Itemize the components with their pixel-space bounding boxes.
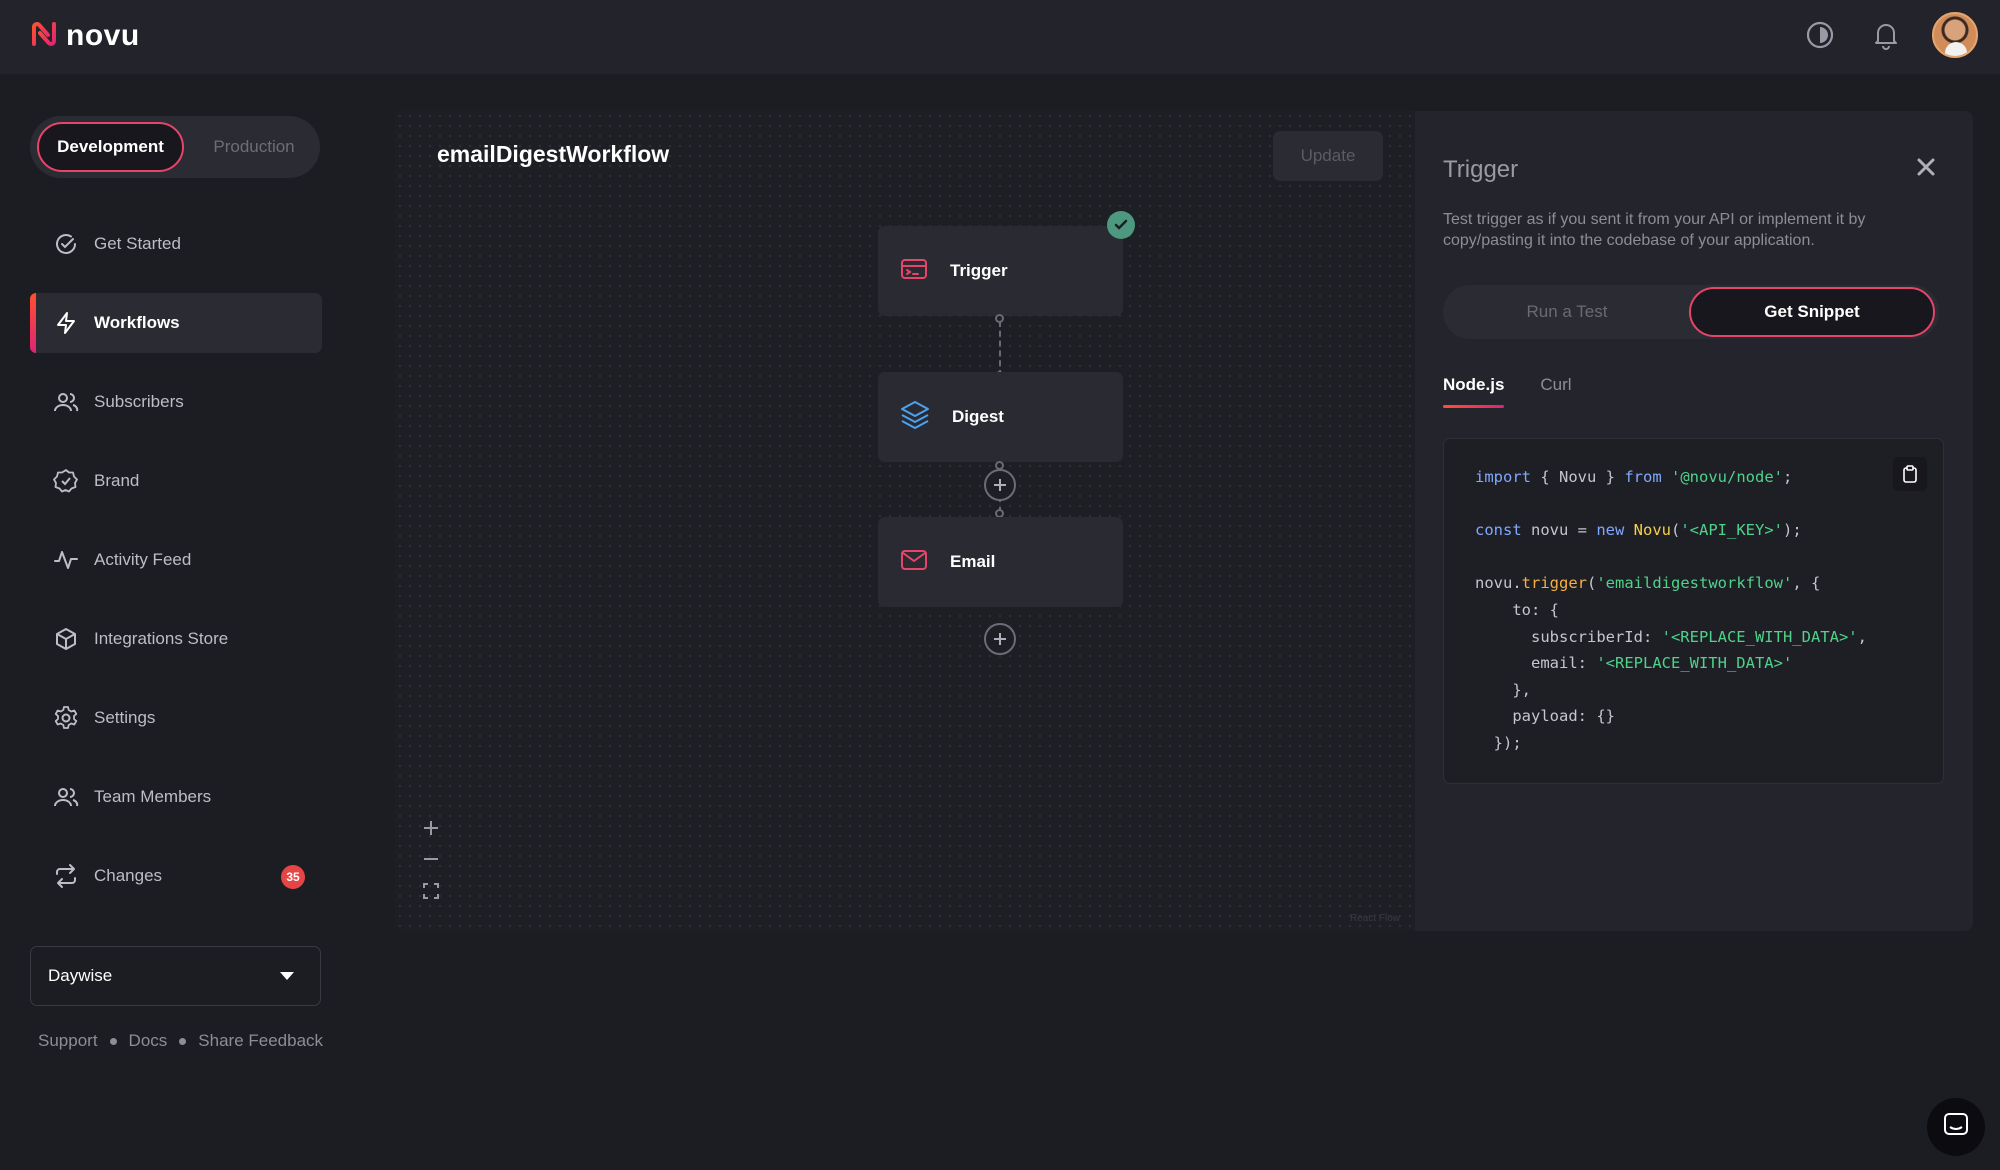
- panel-description: Test trigger as if you sent it from your…: [1443, 211, 1866, 249]
- environment-switch: Development Production: [30, 116, 320, 178]
- development-env-button[interactable]: Development: [37, 122, 184, 172]
- sidebar-item-label: Team Members: [94, 787, 212, 806]
- changes-count-badge: 35: [281, 865, 305, 889]
- sidebar: Development Production Get Started Workf…: [0, 74, 350, 1170]
- novu-logo[interactable]: novu: [28, 16, 140, 56]
- sidebar-item-changes[interactable]: Changes 35: [30, 846, 322, 906]
- repeat-icon: [52, 862, 80, 890]
- organization-name: Daywise: [48, 966, 113, 985]
- badge-check-icon: [52, 467, 80, 495]
- production-env-button[interactable]: Production: [194, 122, 314, 172]
- sidebar-item-settings[interactable]: Settings: [30, 688, 322, 748]
- tab-curl[interactable]: Curl: [1540, 375, 1571, 408]
- node-label: Digest: [952, 407, 1004, 426]
- docs-link[interactable]: Docs: [129, 1031, 168, 1051]
- sidebar-item-get-started[interactable]: Get Started: [30, 214, 322, 274]
- sidebar-nav: Get Started Workflows Subscribers Brand …: [30, 214, 322, 925]
- code-line: const novu = new Novu('<API_KEY>');: [1475, 521, 1802, 540]
- code-line: novu.trigger('emaildigestworkflow', {: [1475, 574, 1821, 593]
- node-connector: [999, 321, 1001, 376]
- support-link[interactable]: Support: [38, 1031, 98, 1051]
- user-avatar[interactable]: [1932, 12, 1978, 58]
- sidebar-item-label: Workflows: [94, 313, 180, 332]
- caret-down-icon: [280, 972, 294, 980]
- run-test-button[interactable]: Run a Test: [1447, 287, 1687, 337]
- sidebar-item-label: Activity Feed: [94, 550, 192, 569]
- add-step-button[interactable]: [984, 469, 1016, 501]
- theme-toggle-icon[interactable]: [1800, 15, 1840, 55]
- code-snippet: import { Novu } from '@novu/node'; const…: [1443, 438, 1944, 784]
- workflow-canvas[interactable]: emailDigestWorkflow Update Trigger Diges…: [395, 111, 1415, 931]
- sidebar-item-activity-feed[interactable]: Activity Feed: [30, 530, 322, 590]
- code-line: to: {: [1475, 600, 1559, 619]
- email-node[interactable]: Email: [878, 517, 1123, 607]
- code-line: email: '<REPLACE_WITH_DATA>': [1475, 654, 1793, 673]
- users-icon: [52, 388, 80, 416]
- bolt-icon: [52, 309, 80, 337]
- workflow-title: emailDigestWorkflow: [437, 141, 670, 167]
- code-text: import { Novu } from '@novu/node'; const…: [1475, 464, 1867, 757]
- sidebar-item-workflows[interactable]: Workflows: [30, 293, 322, 353]
- digest-node[interactable]: Digest: [878, 372, 1123, 462]
- code-line: subscriberId: '<REPLACE_WITH_DATA>',: [1475, 627, 1867, 646]
- get-snippet-button[interactable]: Get Snippet: [1689, 287, 1935, 337]
- tab-nodejs[interactable]: Node.js: [1443, 375, 1505, 408]
- trigger-node[interactable]: Trigger: [878, 226, 1123, 316]
- react-flow-attribution[interactable]: React Flow: [1350, 913, 1400, 924]
- panel-title: Trigger: [1443, 156, 1519, 183]
- users-icon: [52, 783, 80, 811]
- trigger-icon: [900, 257, 928, 286]
- separator-dot: [179, 1037, 187, 1045]
- sidebar-item-team-members[interactable]: Team Members: [30, 767, 322, 827]
- fit-view-icon[interactable]: [419, 879, 443, 903]
- zoom-out-icon[interactable]: [419, 847, 443, 871]
- share-feedback-link[interactable]: Share Feedback: [198, 1031, 323, 1051]
- close-icon[interactable]: [1915, 156, 1939, 180]
- update-button[interactable]: Update: [1273, 131, 1383, 181]
- footer-links: Support Docs Share Feedback: [38, 1031, 323, 1051]
- chat-icon: [1942, 1111, 1970, 1144]
- mail-icon: [900, 548, 928, 577]
- sidebar-item-integrations-store[interactable]: Integrations Store: [30, 609, 322, 669]
- language-tabs: Node.js Curl: [1443, 375, 1572, 408]
- sidebar-item-brand[interactable]: Brand: [30, 451, 322, 511]
- box-icon: [52, 625, 80, 653]
- layers-icon: [900, 400, 930, 435]
- sidebar-item-label: Brand: [94, 471, 140, 490]
- plus-icon: [994, 633, 1006, 645]
- bell-icon[interactable]: [1866, 15, 1906, 55]
- code-line: payload: {}: [1475, 707, 1615, 726]
- sidebar-item-label: Subscribers: [94, 392, 184, 411]
- sidebar-item-label: Integrations Store: [94, 629, 229, 648]
- copy-icon[interactable]: [1893, 457, 1927, 491]
- workflow-editor: emailDigestWorkflow Update Trigger Diges…: [395, 111, 1973, 931]
- check-circle-icon: [52, 230, 80, 258]
- test-mode-switch: Run a Test Get Snippet: [1443, 285, 1939, 339]
- code-line: });: [1475, 733, 1522, 752]
- check-icon: [1107, 211, 1135, 239]
- sidebar-item-subscribers[interactable]: Subscribers: [30, 372, 322, 432]
- sidebar-item-label: Changes: [94, 866, 163, 885]
- novu-logo-icon: [28, 18, 60, 55]
- connector-handle: [995, 314, 1004, 323]
- gear-icon: [52, 704, 80, 732]
- plus-icon: [994, 479, 1006, 491]
- sidebar-item-label: Settings: [94, 708, 156, 727]
- logo-text: novu: [66, 19, 140, 52]
- organization-select[interactable]: Daywise: [30, 946, 321, 1006]
- node-label: Trigger: [950, 261, 1008, 280]
- separator-dot: [109, 1037, 117, 1045]
- sidebar-item-label: Get Started: [94, 234, 181, 253]
- zoom-in-icon[interactable]: [419, 816, 443, 840]
- code-line: import { Novu } from '@novu/node';: [1475, 468, 1793, 486]
- top-bar: novu: [0, 0, 2000, 74]
- trigger-panel: Trigger Test trigger as if you sent it f…: [1415, 111, 1973, 931]
- chat-support-button[interactable]: [1927, 1098, 1985, 1156]
- node-label: Email: [950, 552, 996, 571]
- code-line: },: [1475, 680, 1531, 699]
- add-step-button[interactable]: [984, 623, 1016, 655]
- activity-icon: [52, 546, 80, 574]
